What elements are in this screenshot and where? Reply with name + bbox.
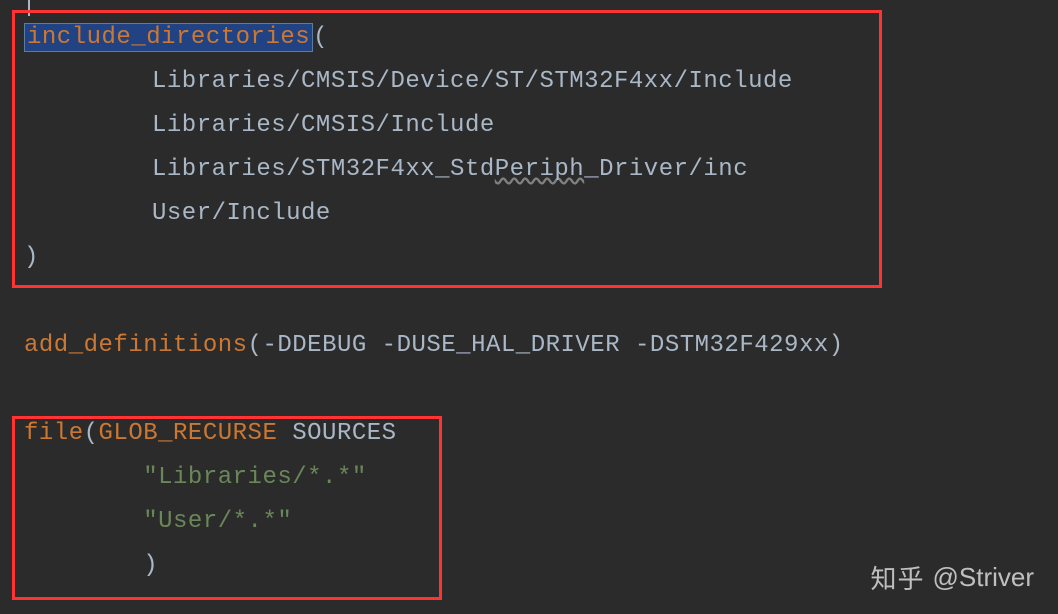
keyword-include-directories[interactable]: include_directories	[24, 23, 313, 52]
code-line-9-blank[interactable]	[24, 368, 1034, 412]
indent	[24, 508, 143, 535]
definitions-args: -DDEBUG -DUSE_HAL_DRIVER -DSTM32F429xx	[262, 332, 828, 359]
code-line-12[interactable]: "User/*.*"	[24, 500, 1034, 544]
watermark-author: @Striver	[932, 562, 1034, 593]
string-user-glob: "User/*.*"	[143, 508, 292, 535]
path-stdperiph-part2: _Driver/inc	[584, 156, 748, 183]
code-line-8[interactable]: add_definitions(-DDEBUG -DUSE_HAL_DRIVER…	[24, 324, 1034, 368]
paren-close: )	[143, 552, 158, 579]
paren-open: (	[248, 332, 263, 359]
paren-open: (	[313, 24, 328, 51]
paren-close: )	[829, 332, 844, 359]
zhihu-logo: 知乎	[870, 559, 924, 596]
code-line-7-blank[interactable]	[24, 280, 1034, 324]
text-cursor-top	[28, 0, 30, 16]
path-cmsis-include: Libraries/CMSIS/Include	[152, 112, 495, 139]
path-stdperiph-squiggle: Periph	[495, 156, 584, 183]
code-line-4[interactable]: Libraries/STM32F4xx_StdPeriph_Driver/inc	[24, 148, 1034, 192]
code-line-6[interactable]: )	[24, 236, 1034, 280]
code-line-1[interactable]: include_directories(	[24, 16, 1034, 60]
code-line-2[interactable]: Libraries/CMSIS/Device/ST/STM32F4xx/Incl…	[24, 60, 1034, 104]
paren-open: (	[84, 420, 99, 447]
indent	[24, 552, 143, 579]
paren-close: )	[24, 244, 39, 271]
code-editor[interactable]: include_directories( Libraries/CMSIS/Dev…	[0, 0, 1058, 604]
path-stdperiph-part1: Libraries/STM32F4xx_Std	[152, 156, 495, 183]
code-line-11[interactable]: "Libraries/*.*"	[24, 456, 1034, 500]
keyword-add-definitions: add_definitions	[24, 332, 248, 359]
keyword-glob-recurse: GLOB_RECURSE	[99, 420, 278, 447]
watermark: 知乎 @Striver	[870, 559, 1034, 596]
variable-sources: SOURCES	[277, 420, 396, 447]
code-line-10[interactable]: file(GLOB_RECURSE SOURCES	[24, 412, 1034, 456]
indent	[24, 464, 143, 491]
keyword-file: file	[24, 420, 84, 447]
code-line-3[interactable]: Libraries/CMSIS/Include	[24, 104, 1034, 148]
code-line-5[interactable]: User/Include	[24, 192, 1034, 236]
path-user-include: User/Include	[152, 200, 331, 227]
string-libraries-glob: "Libraries/*.*"	[143, 464, 367, 491]
path-cmsis-device: Libraries/CMSIS/Device/ST/STM32F4xx/Incl…	[152, 68, 793, 95]
